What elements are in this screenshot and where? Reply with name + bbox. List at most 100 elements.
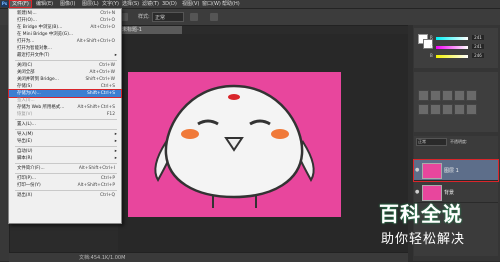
menu-item[interactable]: 文件(F): [9, 0, 32, 8]
blue-bar: [436, 55, 468, 58]
menu-item[interactable]: 图像(I): [58, 1, 77, 7]
menu-separator: [15, 163, 117, 164]
menu-item-label: 恢复(V): [17, 112, 33, 117]
menu-item-label: 在 Mini Bridge 中浏览(G)...: [17, 32, 74, 37]
watermark-title: 百科全说: [379, 202, 463, 226]
menu-item-label: 存储为(A)...: [17, 91, 41, 96]
menu-item-label: 在 Bridge 中浏览(B)...: [17, 25, 63, 30]
file-menu-item[interactable]: 存储为(A)... Shift+Ctrl+S: [8, 89, 122, 98]
menu-item-label: 关闭并转到 Bridge...: [17, 77, 59, 82]
layer-row[interactable]: ● 图层 1: [413, 159, 499, 182]
file-menu-item[interactable]: 存储(S) Ctrl+S: [9, 83, 121, 90]
green-slider[interactable]: G 241: [430, 44, 484, 49]
menu-item-shortcut: Ctrl+N: [100, 11, 115, 16]
file-menu-item[interactable]: 打印(P)... Ctrl+P: [9, 175, 121, 182]
styles-panel: [414, 72, 498, 132]
menu-item-shortcut: Ctrl+O: [100, 18, 115, 23]
file-menu-item[interactable]: 关闭全部 Alt+Ctrl+W: [9, 69, 121, 76]
menu-item-label: 关闭全部: [17, 70, 35, 75]
color-panel: R 241 G 241 B 246: [414, 28, 498, 68]
style-thumb[interactable]: [430, 90, 441, 101]
menu-item[interactable]: 视图(V): [180, 1, 201, 7]
blend-mode-select[interactable]: 正常: [416, 138, 447, 146]
menu-item-shortcut: Alt+Shift+Ctrl+I: [78, 166, 115, 171]
file-menu-item[interactable]: 文件简介(F)... Alt+Shift+Ctrl+I: [9, 165, 121, 172]
file-menu-dropdown: 新建(N)... Ctrl+N 打开(O)... Ctrl+O 在 Bridge 中浏览…: [8, 8, 122, 224]
file-menu-item[interactable]: 关闭并转到 Bridge... Shift+Ctrl+W: [9, 76, 121, 83]
menu-item[interactable]: 文字(Y): [100, 1, 121, 7]
layer-thumbnail: [422, 163, 442, 179]
red-value[interactable]: 241: [472, 35, 484, 40]
file-menu-item[interactable]: 自动(U) ▸: [9, 148, 121, 155]
file-menu-item[interactable]: 打开为... Alt+Shift+Ctrl+O: [9, 38, 121, 45]
menu-item-shortcut: Ctrl+W: [99, 63, 115, 68]
style-thumb[interactable]: [466, 90, 477, 101]
menu-item-shortcut: Shift+Ctrl+W: [85, 77, 116, 82]
eye-icon[interactable]: ●: [415, 167, 420, 173]
watermark: 百科全说 助你轻松解决: [367, 195, 500, 261]
menu-item[interactable]: 帮助(H): [220, 1, 242, 7]
menu-item-label: 自动(U): [17, 149, 33, 154]
menu-item-label: 存储为 Web 所用格式...: [17, 105, 65, 110]
menu-item-label: 关闭(C): [17, 63, 33, 68]
style-thumb[interactable]: [466, 104, 477, 115]
menu-item[interactable]: 3D(D): [160, 1, 179, 7]
file-menu-item[interactable]: 导出(E) ▸: [9, 138, 121, 145]
file-menu-item[interactable]: 置入(L)...: [9, 121, 121, 128]
document-size: 文档:454.1K/1.00M: [79, 255, 126, 261]
blue-value[interactable]: 246: [472, 53, 484, 58]
menu-separator: [15, 129, 117, 130]
menu-separator: [15, 173, 117, 174]
menu-item-label: 打印一份(Y): [17, 183, 41, 188]
style-thumb[interactable]: [454, 104, 465, 115]
width-field-icon[interactable]: [190, 13, 198, 21]
style-thumb[interactable]: [442, 90, 453, 101]
file-menu-item[interactable]: 新建(N)... Ctrl+N: [9, 10, 121, 17]
submenu-arrow-icon: ▸: [114, 156, 117, 161]
blue-slider[interactable]: B 246: [430, 53, 484, 58]
style-thumb[interactable]: [418, 104, 429, 115]
menu-separator: [15, 60, 117, 61]
style-thumb[interactable]: [418, 90, 429, 101]
submenu-arrow-icon: ▸: [114, 132, 117, 137]
style-thumb[interactable]: [430, 104, 441, 115]
menu-item-label: 打印(P)...: [17, 176, 37, 181]
photoshop-logo: Ps: [1, 1, 8, 7]
layer-blend-row: 正常 不透明度:: [414, 136, 498, 146]
file-menu-item[interactable]: 在 Bridge 中浏览(B)... Alt+Ctrl+O: [9, 24, 121, 31]
chick-character-illustration: [154, 84, 315, 208]
submenu-arrow-icon: ▸: [114, 53, 117, 58]
style-select[interactable]: 正常: [152, 12, 184, 22]
image-canvas[interactable]: [128, 72, 341, 217]
file-menu-item[interactable]: 最近打开文件(T) ▸: [9, 52, 121, 59]
menu-item-label: 导出(E): [17, 139, 32, 144]
file-menu-item[interactable]: 存储为 Web 所用格式... Alt+Shift+Ctrl+S: [9, 104, 121, 111]
menu-item[interactable]: 滤镜(T): [140, 1, 161, 7]
document-tab[interactable]: 未标题-1: [118, 26, 182, 34]
menu-separator: [15, 119, 117, 120]
green-value[interactable]: 241: [472, 44, 484, 49]
menu-item[interactable]: 图层(L): [80, 1, 101, 7]
file-menu-item[interactable]: 打印一份(Y) Alt+Shift+Ctrl+P: [9, 182, 121, 189]
file-menu-item[interactable]: 脚本(R) ▸: [9, 155, 121, 162]
style-thumb[interactable]: [442, 104, 453, 115]
file-menu-item[interactable]: 关闭(C) Ctrl+W: [9, 62, 121, 69]
red-slider[interactable]: R 241: [430, 35, 484, 40]
file-menu-item[interactable]: 打开为智能对象...: [9, 45, 121, 52]
file-menu-item[interactable]: 打开(O)... Ctrl+O: [9, 17, 121, 24]
eye-icon[interactable]: ●: [415, 189, 420, 195]
opacity-label: 不透明度:: [450, 139, 468, 144]
menu-item-label: 存储(S): [17, 84, 32, 89]
file-menu-item[interactable]: 导入(M) ▸: [9, 131, 121, 138]
green-label: G: [430, 44, 434, 49]
swap-icon[interactable]: [210, 13, 218, 21]
file-menu-item[interactable]: 退出(X) Ctrl+Q: [9, 192, 121, 199]
menu-item[interactable]: 编辑(E): [34, 1, 55, 7]
style-thumb[interactable]: [454, 90, 465, 101]
file-menu-item[interactable]: 在 Mini Bridge 中浏览(G)...: [9, 31, 121, 38]
menu-item-label: 最近打开文件(T): [17, 53, 50, 58]
menu-item[interactable]: 选择(S): [120, 1, 141, 7]
menu-item-shortcut: Shift+Ctrl+S: [87, 91, 115, 96]
menu-item-label: 文件简介(F)...: [17, 166, 45, 171]
menu-item-label: 置入(L)...: [17, 122, 36, 127]
